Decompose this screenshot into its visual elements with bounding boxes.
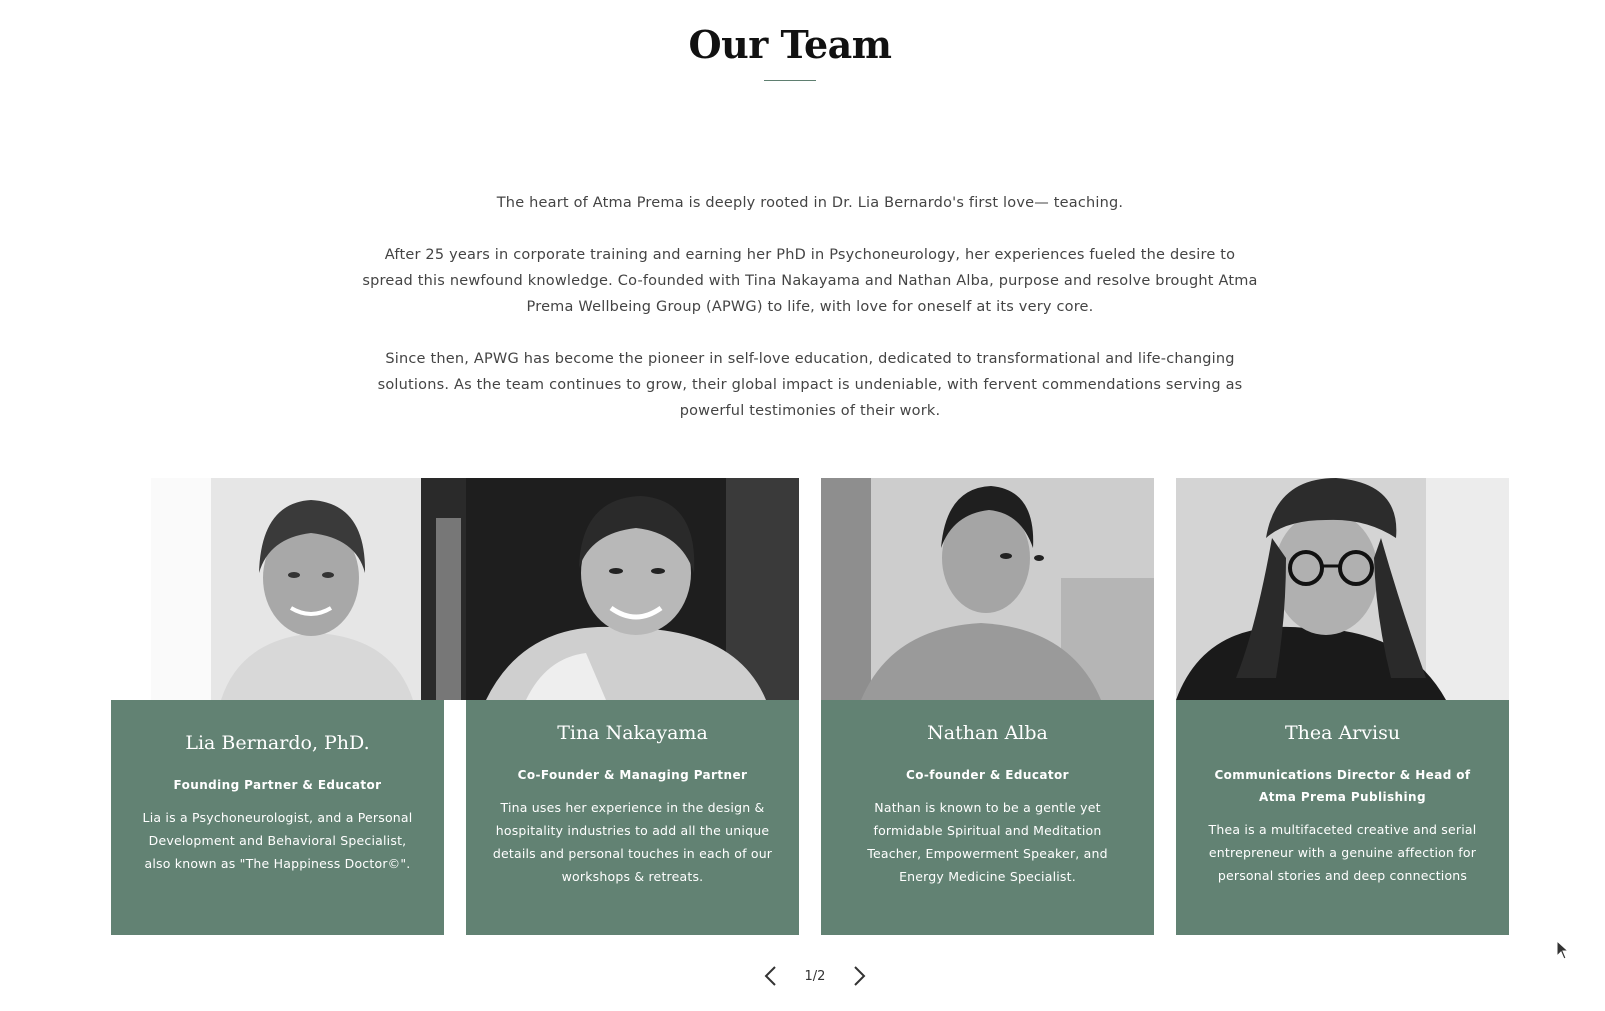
team-member-name: Lia Bernardo, PhD. bbox=[185, 732, 370, 754]
team-photo bbox=[151, 478, 484, 700]
team-member-role: Communications Director & Head of Atma P… bbox=[1214, 768, 1471, 804]
team-info-panel: Lia Bernardo, PhD. Founding Partner & Ed… bbox=[111, 700, 444, 935]
team-member-role: Co-founder & Educator bbox=[906, 768, 1069, 782]
intro-text: The heart of Atma Prema is deeply rooted… bbox=[360, 190, 1260, 450]
chevron-left-icon[interactable] bbox=[760, 964, 780, 988]
team-photo bbox=[1176, 478, 1509, 700]
intro-paragraph: Since then, APWG has become the pioneer … bbox=[377, 351, 1243, 419]
team-card-nathan: Nathan Alba Co-founder & Educator Nathan… bbox=[821, 478, 1154, 935]
team-photo bbox=[466, 478, 799, 700]
intro-paragraph: The heart of Atma Prema is deeply rooted… bbox=[496, 195, 1124, 211]
team-info-panel: Tina Nakayama Co-Founder & Managing Part… bbox=[466, 700, 799, 935]
chevron-right-icon[interactable] bbox=[850, 964, 870, 988]
page-indicator: 1/2 bbox=[804, 968, 826, 984]
team-card-tina: Tina Nakayama Co-Founder & Managing Part… bbox=[466, 478, 799, 935]
team-photo bbox=[821, 478, 1154, 700]
team-member-role: Founding Partner & Educator bbox=[173, 778, 382, 792]
mouse-cursor-icon bbox=[1556, 939, 1570, 964]
team-member-bio: Tina uses her experience in the design &… bbox=[492, 800, 773, 884]
team-member-name: Thea Arvisu bbox=[1284, 722, 1401, 744]
carousel-pager: 1/2 bbox=[760, 962, 870, 990]
title-divider bbox=[764, 80, 816, 81]
team-member-bio: Nathan is known to be a gentle yet formi… bbox=[867, 800, 1108, 884]
team-member-name: Tina Nakayama bbox=[557, 722, 708, 744]
team-member-bio: Lia is a Psychoneurologist, and a Person… bbox=[142, 810, 413, 871]
section-title: Our Team bbox=[688, 22, 892, 67]
team-card-thea: Thea Arvisu Communications Director & He… bbox=[1176, 478, 1509, 935]
team-card-lia: Lia Bernardo, PhD. Founding Partner & Ed… bbox=[111, 478, 484, 935]
intro-paragraph: After 25 years in corporate training and… bbox=[362, 247, 1258, 315]
team-member-bio: Thea is a multifaceted creative and seri… bbox=[1208, 822, 1477, 883]
team-member-name: Nathan Alba bbox=[927, 722, 1048, 744]
team-info-panel: Thea Arvisu Communications Director & He… bbox=[1176, 700, 1509, 935]
team-info-panel: Nathan Alba Co-founder & Educator Nathan… bbox=[821, 700, 1154, 935]
team-member-role: Co-Founder & Managing Partner bbox=[517, 768, 748, 782]
